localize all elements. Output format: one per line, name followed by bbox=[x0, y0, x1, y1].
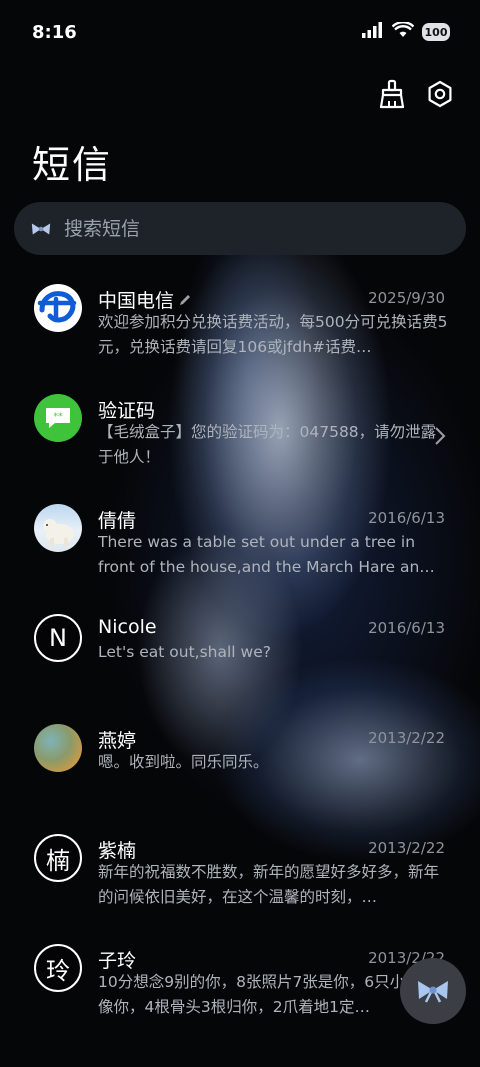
message-date: 2016/6/13 bbox=[368, 509, 445, 527]
letter-avatar: 玲 bbox=[34, 944, 82, 992]
status-time: 8:16 bbox=[32, 22, 77, 43]
landscape-avatar bbox=[34, 724, 82, 772]
contact-name: 子玲 bbox=[98, 950, 137, 972]
settings-button[interactable] bbox=[424, 78, 456, 110]
message-preview: There was a table set out under a tree i… bbox=[98, 533, 435, 576]
contact-name: Nicole bbox=[98, 616, 157, 638]
message-date: 2013/2/22 bbox=[368, 839, 445, 857]
message-preview: 新年的祝福数不胜数，新年的愿望好多好多，新年的问候依旧美好，在这个温馨的时刻，… bbox=[98, 863, 440, 906]
contact-name: 燕婷 bbox=[98, 730, 137, 752]
search-bar[interactable] bbox=[14, 202, 466, 255]
message-date: 2025/9/30 bbox=[368, 289, 445, 307]
message-date: 2016/6/13 bbox=[368, 619, 445, 637]
bow-icon bbox=[418, 981, 448, 1003]
page-title: 短信 bbox=[32, 143, 113, 187]
conversation-item[interactable]: 楠 紫楠 2013/2/22 新年的祝福数不胜数，新年的愿望好多好多，新年的问候… bbox=[0, 822, 480, 932]
contact-name: 紫楠 bbox=[98, 840, 137, 862]
broom-icon bbox=[379, 79, 405, 109]
signal-icon bbox=[362, 22, 384, 42]
chevron-right-icon[interactable] bbox=[434, 426, 446, 450]
clean-button[interactable] bbox=[376, 78, 408, 110]
conversation-item[interactable]: 中国电信 2025/9/30 欢迎参加积分兑换话费活动，每500分可兑换话费5元… bbox=[0, 272, 480, 382]
chat-bubble-icon: ** bbox=[46, 408, 70, 428]
status-bar: 8:16 100 bbox=[0, 0, 480, 68]
telecom-logo-avatar bbox=[34, 284, 82, 332]
battery-indicator: 100 bbox=[422, 23, 450, 41]
compose-button[interactable] bbox=[400, 958, 466, 1024]
bow-icon bbox=[30, 218, 52, 240]
conversation-item[interactable]: 燕婷 2013/2/22 嗯。收到啦。同乐同乐。 bbox=[0, 712, 480, 822]
contact-name: 倩倩 bbox=[98, 510, 137, 532]
wifi-icon bbox=[391, 21, 415, 42]
message-preview: 嗯。收到啦。同乐同乐。 bbox=[98, 753, 269, 771]
letter-avatar: 楠 bbox=[34, 834, 82, 882]
svg-text:**: ** bbox=[54, 412, 64, 422]
pencil-icon bbox=[180, 294, 191, 305]
gear-icon bbox=[428, 80, 452, 108]
search-input[interactable] bbox=[62, 216, 426, 241]
conversation-item[interactable]: N Nicole 2016/6/13 Let's eat out,shall w… bbox=[0, 602, 480, 712]
conversation-item[interactable]: ** 验证码 【毛绒盒子】您的验证码为：047588，请勿泄露于他人！ bbox=[0, 382, 480, 492]
polar-bear-avatar bbox=[34, 504, 82, 552]
message-preview: 欢迎参加积分兑换话费活动，每500分可兑换话费5元，兑换话费请回复106或jfd… bbox=[98, 313, 448, 356]
message-preview: 【毛绒盒子】您的验证码为：047588，请勿泄露于他人！ bbox=[98, 423, 437, 466]
conversation-item[interactable]: 倩倩 2016/6/13 There was a table set out u… bbox=[0, 492, 480, 602]
message-preview: Let's eat out,shall we? bbox=[98, 643, 271, 661]
message-icon-avatar: ** bbox=[34, 394, 82, 442]
contact-name: 验证码 bbox=[98, 400, 156, 422]
message-preview: 10分想念9别的你，8张照片7张是你，6只小狗5只像你，4根骨头3根归你，2爪着… bbox=[98, 973, 447, 1016]
contact-name: 中国电信 bbox=[98, 290, 175, 312]
conversation-list: 中国电信 2025/9/30 欢迎参加积分兑换话费活动，每500分可兑换话费5元… bbox=[0, 272, 480, 1042]
message-date: 2013/2/22 bbox=[368, 729, 445, 747]
letter-avatar: N bbox=[34, 614, 82, 662]
